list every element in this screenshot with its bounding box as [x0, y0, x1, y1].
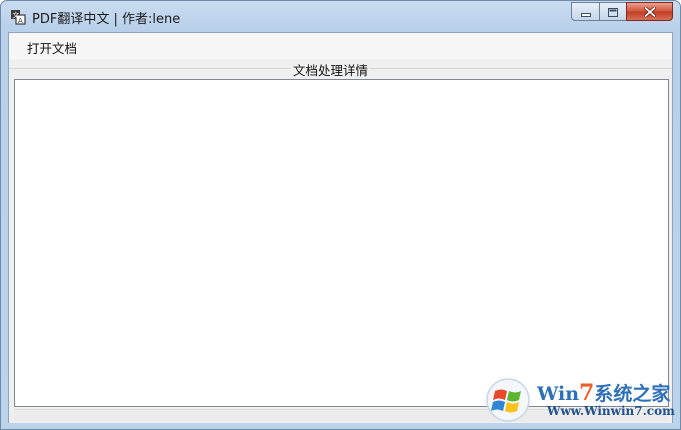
- menu-bar: 打开文档: [9, 33, 672, 59]
- window-title: PDF翻译中文 | 作者:lene: [32, 12, 181, 27]
- menu-open-document[interactable]: 打开文档: [23, 38, 81, 57]
- close-icon: [643, 2, 656, 21]
- watermark-brand-prefix: Win: [537, 383, 580, 405]
- minimize-icon: [580, 2, 591, 21]
- maximize-button[interactable]: [599, 2, 626, 21]
- processing-log-textarea[interactable]: [14, 79, 669, 407]
- watermark-brand: Win7系统之家: [537, 379, 670, 406]
- details-group-label: 文档处理详情: [291, 60, 371, 79]
- application-window: 文 A PDF翻译中文 | 作者:lene 打开文档 文档处理详情 Win7系统…: [0, 0, 681, 430]
- watermark-brand-seven: 7: [579, 380, 595, 406]
- details-groupbox: 文档处理详情: [9, 60, 672, 423]
- watermark-url: Www.Winwin7.com: [547, 404, 675, 418]
- watermark: Win7系统之家 Www.Winwin7.com: [485, 377, 675, 423]
- watermark-brand-suffix: 系统之家: [594, 383, 671, 405]
- close-button[interactable]: [626, 2, 673, 21]
- windows-logo-icon: [485, 377, 533, 423]
- maximize-icon: [608, 2, 618, 21]
- minimize-button[interactable]: [571, 2, 599, 21]
- svg-text:A: A: [18, 17, 23, 25]
- client-area: 打开文档 文档处理详情: [8, 32, 673, 423]
- app-icon: 文 A: [10, 9, 26, 25]
- title-bar[interactable]: 文 A PDF翻译中文 | 作者:lene: [1, 1, 680, 32]
- caption-buttons: [571, 2, 673, 22]
